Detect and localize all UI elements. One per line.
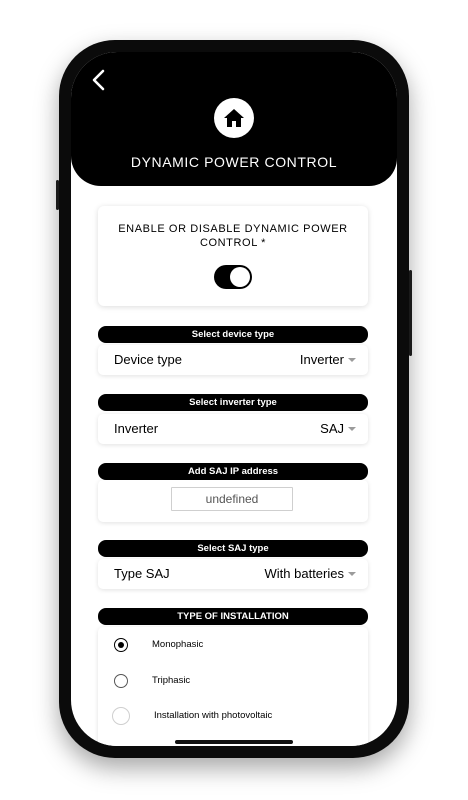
phone-frame: DYNAMIC POWER CONTROL ENABLE OR DISABLE … [56,40,412,758]
radio-unchecked-icon [112,707,130,725]
device-type-select[interactable]: Device type Inverter [98,345,368,375]
radio-label: Installation with photovoltaic [154,710,273,721]
page-title: DYNAMIC POWER CONTROL [130,154,338,170]
device-type-label: Device type [114,352,182,367]
toggle-knob [230,267,250,287]
radio-option-triphasic[interactable]: Triphasic [98,668,368,696]
radio-option-monophasic[interactable]: Monophasic [98,632,368,660]
ip-address-input[interactable]: undefined [171,487,293,511]
device-type-value: Inverter [299,352,344,367]
home-indicator[interactable] [175,740,293,744]
radio-unchecked-icon [114,674,128,688]
radio-checked-icon [114,638,128,652]
enable-title: ENABLE OR DISABLE DYNAMIC POWER CONTROL … [118,223,348,249]
chevron-left-icon [92,69,105,91]
screen: DYNAMIC POWER CONTROL ENABLE OR DISABLE … [71,52,397,746]
caret-down-icon [348,358,356,362]
stage: DYNAMIC POWER CONTROL ENABLE OR DISABLE … [0,0,468,800]
side-button-left [56,180,59,210]
inverter-type-select[interactable]: Inverter SAJ [98,414,368,444]
saj-type-label: Type SAJ [114,566,170,581]
saj-type-select[interactable]: Type SAJ With batteries [98,559,368,589]
ip-address-header: Add SAJ IP address [98,463,368,480]
side-button-right [409,270,412,356]
inverter-type-header: Select inverter type [98,394,368,411]
enable-card: ENABLE OR DISABLE DYNAMIC POWER CONTROL … [98,206,368,306]
back-button[interactable] [85,66,113,94]
caret-down-icon [348,572,356,576]
installation-options-card: Monophasic Triphasic Installation with p… [98,627,368,746]
inverter-label: Inverter [114,421,159,436]
inverter-value: SAJ [320,421,344,436]
radio-label: Monophasic [152,639,204,650]
home-icon [224,109,244,127]
ip-address-card: undefined [98,480,368,522]
saj-type-header: Select SAJ type [98,540,368,557]
caret-down-icon [348,427,356,431]
radio-option-photovoltaic[interactable]: Installation with photovoltaic [98,703,368,731]
dynamic-power-toggle[interactable] [214,265,252,289]
installation-type-header: TYPE OF INSTALLATION [98,608,368,625]
saj-type-value: With batteries [264,566,344,581]
radio-label: Triphasic [152,675,191,686]
app-header: DYNAMIC POWER CONTROL [71,52,397,186]
device-type-header: Select device type [98,326,368,343]
home-badge [214,98,254,138]
